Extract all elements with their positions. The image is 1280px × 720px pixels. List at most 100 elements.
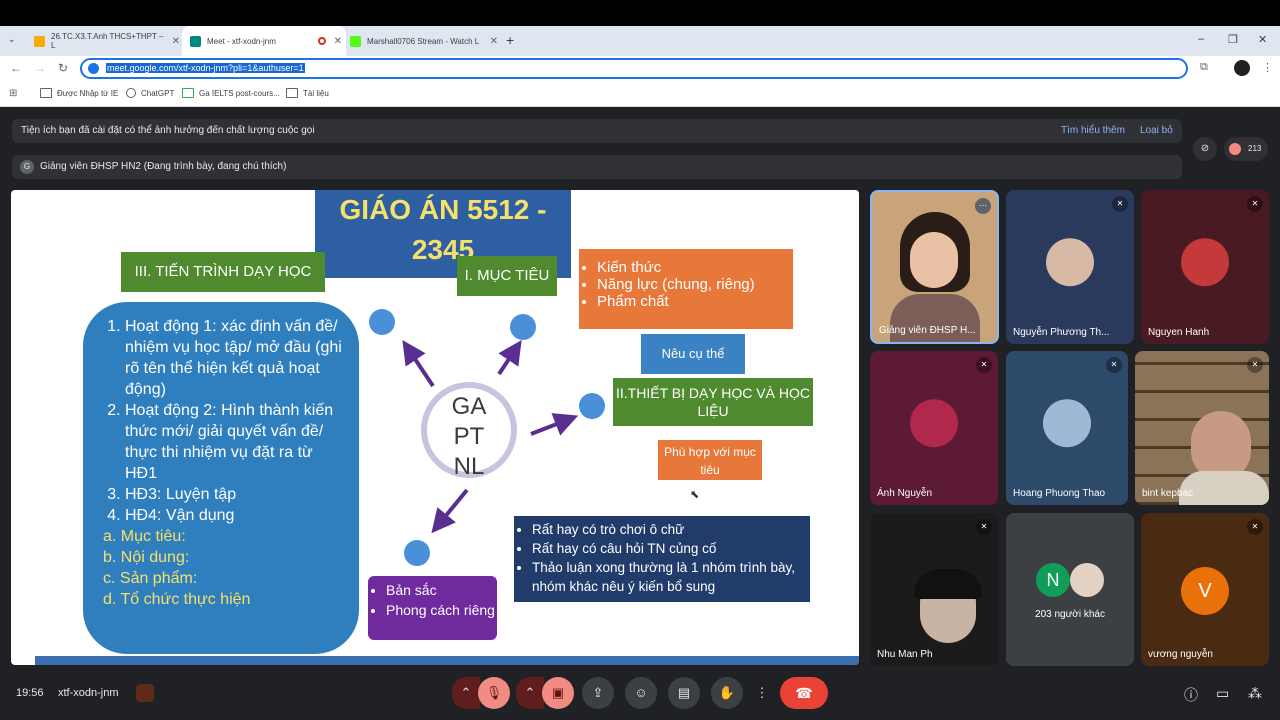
maximize-button[interactable]: ❐ — [1228, 33, 1238, 46]
bookmark-tai-lieu[interactable]: Tài liệu — [286, 88, 329, 98]
activity-item: Hoạt động 2: Hình thành kiến thức mới/ g… — [125, 400, 345, 484]
emoji-icon[interactable]: ☺ — [625, 677, 657, 709]
mic-off-icon: ✕ — [1112, 196, 1128, 212]
center-circle: GA PT NL — [421, 382, 517, 480]
participant-tile[interactable]: ✕ Nguyen Hanh — [1141, 190, 1269, 344]
learn-more-link[interactable]: Tìm hiểu thêm — [1061, 125, 1125, 136]
video-options-button[interactable]: ⌃ — [516, 677, 544, 709]
presenter-bar: G Giảng viên ĐHSP HN2 (Đang trình bày, đ… — [12, 155, 1182, 179]
close-tab-icon[interactable]: ✕ — [486, 36, 502, 47]
tab-stream[interactable]: Marshall0706 Stream - Watch L ✕ — [344, 26, 502, 56]
mic-off-icon: ✕ — [1247, 196, 1263, 212]
participant-name: Nguyễn Phương Th... — [1013, 327, 1110, 338]
bookmark-label: Tài liệu — [303, 88, 329, 98]
mic-off-icon: ✕ — [1106, 357, 1122, 373]
camera-off-icon[interactable]: ▣ — [542, 677, 574, 709]
fit-box: Phù hợp với mục tiêu — [658, 440, 762, 480]
more-vert-icon[interactable]: ⋮ — [748, 677, 776, 709]
participant-tile[interactable]: ✕ bint kepbac — [1135, 351, 1269, 505]
bookmark-chatgpt[interactable]: ChatGPT — [126, 88, 174, 98]
more-options-icon[interactable]: ⋯ — [975, 198, 991, 214]
bookmark-ga-ielts[interactable]: Ga IELTS post-cours... — [182, 88, 280, 98]
meet-favicon-icon — [190, 35, 201, 47]
minimize-button[interactable]: – — [1198, 33, 1204, 45]
activity-item: HĐ4: Vận dụng — [125, 505, 345, 526]
site-info-icon[interactable] — [88, 63, 99, 74]
meeting-info-icon[interactable] — [136, 684, 154, 702]
banner-text: Tiện ích bạn đã cài đặt có thể ảnh hưởng… — [21, 125, 315, 136]
mouse-cursor-icon: ⬉ — [690, 489, 700, 501]
apps-grid-icon[interactable]: ⊞ — [9, 88, 17, 99]
close-window-button[interactable]: ✕ — [1258, 33, 1267, 46]
participants-button[interactable]: 213 — [1224, 137, 1268, 161]
participant-tile[interactable]: ⋯ Giảng viên ĐHSP H... — [870, 190, 999, 344]
others-count: 203 người khác — [1035, 609, 1105, 620]
participant-tile[interactable]: ✕ Nguyễn Phương Th... — [1006, 190, 1134, 344]
mic-off-icon: ✕ — [1247, 357, 1263, 373]
info-icon[interactable]: ⓘ — [1184, 685, 1198, 705]
audio-options-button[interactable]: ⌃ — [452, 677, 480, 709]
diagram-dot — [369, 309, 395, 335]
camera-off-indicator-icon[interactable]: ⊘ — [1193, 137, 1217, 161]
tab-list-button[interactable]: ⌄ — [8, 34, 16, 45]
profile-avatar[interactable] — [1234, 60, 1250, 76]
browser-menu-icon[interactable]: ⋮ — [1262, 61, 1273, 74]
tab-title: 26.TC.X3.T.Anh THCS+THPT – L — [51, 32, 164, 50]
specific-box: Nêu cụ thể — [641, 334, 745, 374]
presenter-label: Giảng viên ĐHSP HN2 (Đang trình bày, đan… — [40, 161, 287, 172]
tab-lms[interactable]: 26.TC.X3.T.Anh THCS+THPT – L ✕ — [28, 26, 184, 56]
participant-avatar — [1046, 238, 1094, 287]
objective-item: Năng lực (chung, riêng) — [597, 276, 793, 293]
chat-icon[interactable]: ▭ — [1216, 685, 1229, 702]
participant-tile[interactable]: ✕ Ánh Nguyễn — [870, 351, 998, 505]
activity-item: Hoạt động 1: xác định vấn đề/ nhiệm vụ h… — [125, 316, 345, 400]
participant-face — [910, 232, 958, 288]
activities-panel: Hoạt động 1: xác định vấn đề/ nhiệm vụ h… — [83, 302, 359, 654]
notes-box: Rất hay có trò chơi ô chữ Rất hay có câu… — [514, 516, 810, 602]
style-item: Bản sắc — [386, 580, 497, 600]
others-avatar: N — [1036, 563, 1070, 597]
others-tile[interactable]: N 203 người khác — [1006, 513, 1134, 666]
back-icon[interactable]: ← — [10, 61, 22, 75]
chatgpt-icon — [126, 88, 136, 98]
section-iii-label: III. TIẾN TRÌNH DẠY HỌC — [121, 252, 325, 292]
raise-hand-icon[interactable]: ✋ — [711, 677, 743, 709]
participant-tile[interactable]: ✕ Nhu Man Ph — [870, 513, 998, 666]
reload-icon[interactable]: ↻ — [58, 61, 68, 75]
tab-favicon-icon — [34, 35, 45, 47]
participant-name: vương nguyễn — [1148, 649, 1213, 660]
tab-meet[interactable]: Meet - xtf-xodn-jnm ✕ — [182, 26, 346, 56]
sub-item: c. Sản phẩm: — [103, 570, 198, 587]
participant-avatar — [1181, 238, 1229, 287]
objective-item: Kiến thức — [597, 259, 793, 276]
activity-item: HĐ3: Luyện tập — [125, 484, 345, 505]
present-icon[interactable]: ⇪ — [582, 677, 614, 709]
presenter-avatar: G — [20, 160, 34, 174]
participant-avatar — [910, 399, 958, 448]
mic-off-icon[interactable]: 🎙 — [478, 677, 510, 709]
bookmark-label: Ga IELTS post-cours... — [199, 88, 280, 98]
participant-avatar: V — [1181, 567, 1229, 615]
recording-icon — [317, 37, 326, 45]
tab-title: Meet - xtf-xodn-jnm — [207, 36, 276, 46]
section-ii-label: II.THIẾT BỊ DẠY HỌC VÀ HỌC LIỆU — [613, 378, 813, 426]
note-item: Rất hay có trò chơi ô chữ — [532, 520, 810, 539]
participant-tile[interactable]: V ✕ vương nguyễn — [1141, 513, 1269, 666]
extensions-icon[interactable]: ⧉ — [1200, 61, 1208, 74]
forward-icon[interactable]: → — [34, 61, 46, 75]
sub-item: d. Tổ chức thực hiện — [103, 591, 251, 608]
captions-icon[interactable]: ▤ — [668, 677, 700, 709]
objectives-box: Kiến thức Năng lực (chung, riêng) Phẩm c… — [579, 249, 793, 329]
url-text[interactable]: meet.google.com/xtf-xodn-jnm?pli=1&authu… — [106, 63, 305, 73]
dismiss-link[interactable]: Loại bỏ — [1140, 125, 1173, 136]
end-call-icon[interactable]: ☎ — [780, 677, 828, 709]
note-item: Rất hay có câu hỏi TN củng cố — [532, 539, 810, 558]
bookmark-imported-ie[interactable]: Được Nhập từ IE — [40, 88, 118, 98]
participant-tile[interactable]: ✕ Hoang Phuong Thao — [1006, 351, 1128, 505]
section-i-label: I. MỤC TIÊU — [457, 256, 557, 296]
center-line: GA — [451, 393, 487, 420]
address-bar[interactable]: meet.google.com/xtf-xodn-jnm?pli=1&authu… — [80, 58, 1188, 79]
activities-icon[interactable]: ⁂ — [1248, 685, 1262, 702]
tab-title: Marshall0706 Stream - Watch L — [367, 36, 480, 46]
new-tab-button[interactable]: + — [506, 32, 514, 48]
